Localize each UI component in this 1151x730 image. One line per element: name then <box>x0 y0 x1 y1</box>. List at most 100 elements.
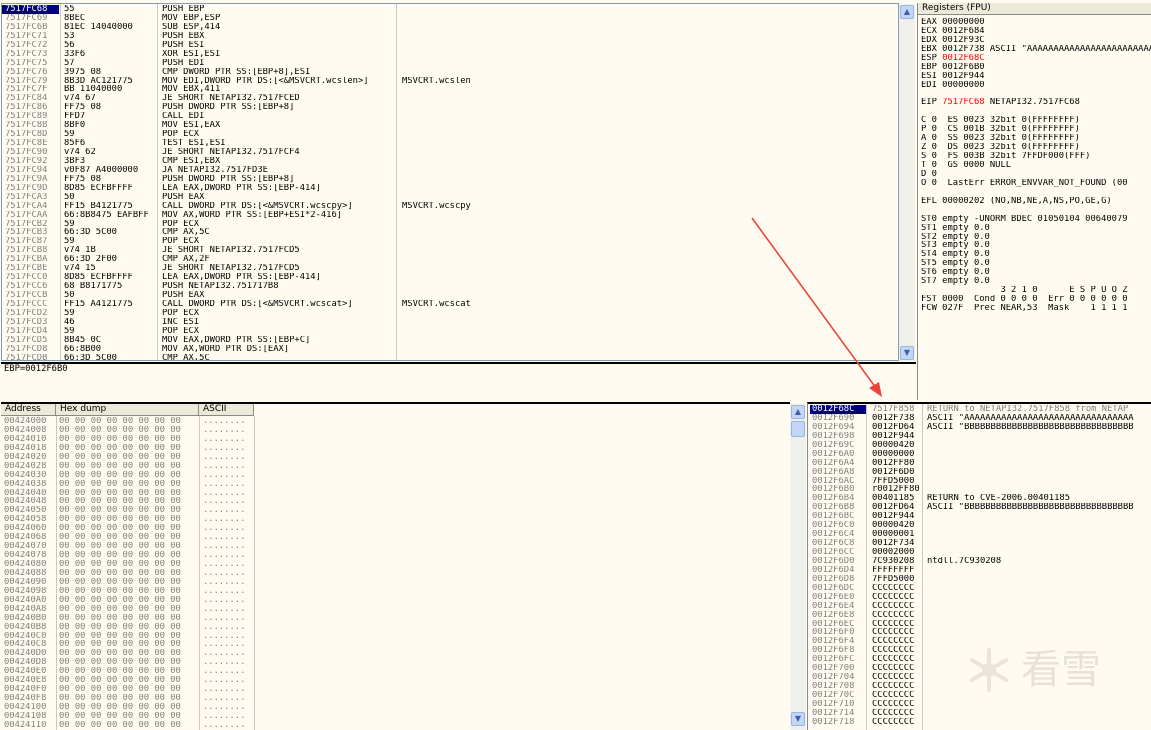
register-line[interactable]: O 0 LastErr ERROR_ENVVAR_NOT_FOUND (00 <box>921 179 1151 188</box>
disasm-row[interactable]: 7517FC8D 59 POP ECX <box>2 130 898 139</box>
disasm-row[interactable]: 7517FCB8 v74 1B JE SHORT NETAPI32.7517FCD5 <box>2 246 898 255</box>
register-line[interactable]: T 0 GS 0000 NULL <box>921 161 1151 170</box>
dump-row[interactable]: 00424030 00 00 00 00 00 00 00 00........ <box>1 471 790 480</box>
disasm-row[interactable]: 7517FC75 57 PUSH EDI <box>2 59 898 68</box>
dump-row[interactable]: 004240D8 00 00 00 00 00 00 00 00........ <box>1 658 790 667</box>
dump-row[interactable]: 00424050 00 00 00 00 00 00 00 00........ <box>1 506 790 515</box>
stack-row[interactable]: 0012F6D8 7FFD5000 <box>810 575 1151 584</box>
disasm-row[interactable]: 7517FC73 33F6 XOR ESI,ESI <box>2 50 898 59</box>
disasm-row[interactable]: 7517FC79 8B3D AC121775 MOV EDI,DWORD PTR D… <box>2 77 898 86</box>
disasm-row[interactable]: 7517FC69 8BEC MOV EBP,ESP <box>2 14 898 23</box>
dump-scrollbar[interactable]: ▲ ▼ <box>790 404 806 730</box>
dump-row[interactable]: 00424078 00 00 00 00 00 00 00 00........ <box>1 551 790 560</box>
dump-header-address[interactable]: Address <box>1 404 56 416</box>
stack-row[interactable]: 0012F6AC 7FFD5000 <box>810 477 1151 486</box>
disassembly-pane[interactable]: 7517FC68 55 PUSH EBP 7517FC69 8BEC MOV EBP,ES… <box>1 3 899 361</box>
stack-row[interactable]: 0012F718 CCCCCCCC <box>810 718 1151 727</box>
dump-row[interactable]: 00424000 00 00 00 00 00 00 00 00........ <box>1 417 790 426</box>
register-line[interactable]: S 0 FS 003B 32bit 7FFDF000(FFF) <box>921 152 1151 161</box>
disasm-row[interactable]: 7517FCD4 59 POP ECX <box>2 327 898 336</box>
dump-row[interactable]: 00424058 00 00 00 00 00 00 00 00........ <box>1 515 790 524</box>
disasm-scroll-down-icon[interactable]: ▼ <box>900 346 914 360</box>
dump-scroll-up-icon[interactable]: ▲ <box>791 405 805 419</box>
dump-header-ascii[interactable]: ASCII <box>199 404 254 416</box>
dump-scroll-thumb[interactable] <box>791 421 805 437</box>
dump-row[interactable]: 004240B0 00 00 00 00 00 00 00 00........ <box>1 614 790 623</box>
stack-row[interactable]: 0012F6B8 0012FD64 ASCII "BBBBBBBBBBBBBBBBB… <box>810 503 1151 512</box>
register-line[interactable]: EBP 0012F6B0 <box>921 63 1151 72</box>
disasm-row[interactable]: 7517FC89 FFD7 CALL EDI <box>2 112 898 121</box>
dump-row[interactable]: 00424040 00 00 00 00 00 00 00 00........ <box>1 489 790 498</box>
register-rows[interactable]: EAX 00000000 ECX 0012F684 EDX 0012F93C EBX … <box>921 18 1151 313</box>
stack-row[interactable]: 0012F6C8 0012F734 <box>810 539 1151 548</box>
disasm-row[interactable]: 7517FCA4 FF15 B4121775 CALL DWORD PTR DS:[… <box>2 202 898 211</box>
dump-row[interactable]: 00424048 00 00 00 00 00 00 00 00........ <box>1 497 790 506</box>
disasm-row[interactable]: 7517FCD5 8B45 0C MOV EAX,DWORD PTR SS:[EBP… <box>2 336 898 345</box>
stack-row[interactable]: 0012F6E4 CCCCCCCC <box>810 602 1151 611</box>
register-line[interactable]: ST7 empty 0.0 <box>921 277 1151 286</box>
dump-row[interactable]: 00424010 00 00 00 00 00 00 00 00........ <box>1 435 790 444</box>
disasm-row[interactable]: 7517FC76 3975 08 CMP DWORD PTR SS:[EBP+8],… <box>2 68 898 77</box>
dump-row[interactable]: 004240A8 00 00 00 00 00 00 00 00........ <box>1 605 790 614</box>
register-line[interactable] <box>921 107 1151 116</box>
dump-row[interactable]: 00424090 00 00 00 00 00 00 00 00........ <box>1 578 790 587</box>
stack-row[interactable]: 0012F6D0 7C930208 ntdll.7C930208 <box>810 557 1151 566</box>
disasm-row[interactable]: 7517FCB2 59 POP ECX <box>2 220 898 229</box>
register-line[interactable]: ECX 0012F684 <box>921 27 1151 36</box>
stack-row[interactable]: 0012F690 0012F738 ASCII "AAAAAAAAAAAAAAAAA… <box>810 414 1151 423</box>
disasm-row[interactable]: 7517FCB7 59 POP ECX <box>2 237 898 246</box>
dump-row[interactable]: 00424068 00 00 00 00 00 00 00 00........ <box>1 533 790 542</box>
dump-row[interactable]: 00424008 00 00 00 00 00 00 00 00........ <box>1 426 790 435</box>
register-line[interactable]: EAX 00000000 <box>921 18 1151 27</box>
register-line[interactable]: 3 2 1 0 E S P U O Z <box>921 286 1151 295</box>
stack-row[interactable]: 0012F6E8 CCCCCCCC <box>810 611 1151 620</box>
disasm-row[interactable]: 7517FCDB 66:3D 5C00 CMP AX,5C <box>2 354 898 360</box>
stack-row[interactable]: 0012F6B4 00401185 RETURN to CVE-2006.00401… <box>810 494 1151 503</box>
disasm-row[interactable]: 7517FC6B 81EC 14040000 SUB ESP,414 <box>2 23 898 32</box>
stack-row[interactable]: 0012F6C4 00000001 <box>810 530 1151 539</box>
register-line[interactable]: ST1 empty 0.0 <box>921 224 1151 233</box>
dump-row[interactable]: 00424018 00 00 00 00 00 00 00 00........ <box>1 444 790 453</box>
disasm-row[interactable]: 7517FC8B 8BF0 MOV ESI,EAX <box>2 121 898 130</box>
register-line[interactable]: C 0 ES 0023 32bit 0(FFFFFFFF) <box>921 116 1151 125</box>
disasm-row[interactable]: 7517FCBA 66:3D 2F00 CMP AX,2F <box>2 255 898 264</box>
register-line[interactable]: A 0 SS 0023 32bit 0(FFFFFFFF) <box>921 134 1151 143</box>
register-line[interactable]: ST5 empty 0.0 <box>921 259 1151 268</box>
register-line[interactable]: EDI 00000000 <box>921 81 1151 90</box>
disasm-row[interactable]: 7517FC9A FF75 08 PUSH DWORD PTR SS:[EBP+8] <box>2 175 898 184</box>
disasm-row[interactable]: 7517FC8E 85F6 TEST ESI,ESI <box>2 139 898 148</box>
dump-pane[interactable]: Address Hex dump ASCII 00424000 00 00 00 … <box>1 402 790 730</box>
disasm-row[interactable]: 7517FCCC FF15 A4121775 CALL DWORD PTR DS:[… <box>2 300 898 309</box>
registers-pane[interactable]: Registers (FPU) EAX 00000000 ECX 0012F684… <box>917 3 1151 400</box>
stack-row[interactable]: 0012F6A8 0012F6D0 <box>810 468 1151 477</box>
register-line[interactable]: FCW 027F Prec NEAR,53 Mask 1 1 1 1 <box>921 304 1151 313</box>
dump-row[interactable]: 004240F8 00 00 00 00 00 00 00 00........ <box>1 694 790 703</box>
disasm-row[interactable]: 7517FC90 v74 62 JE SHORT NETAPI32.7517FCF4 <box>2 148 898 157</box>
register-line[interactable]: ST3 empty 0.0 <box>921 241 1151 250</box>
register-line[interactable] <box>921 90 1151 99</box>
stack-row[interactable]: 0012F6EC CCCCCCCC <box>810 620 1151 629</box>
register-line[interactable]: EDX 0012F93C <box>921 36 1151 45</box>
register-line[interactable]: ESP 0012F68C <box>921 54 1151 63</box>
register-line[interactable]: D 0 <box>921 170 1151 179</box>
stack-row[interactable]: 0012F714 CCCCCCCC <box>810 709 1151 718</box>
dump-rows[interactable]: 00424000 00 00 00 00 00 00 00 00........ 0… <box>1 417 790 730</box>
dump-row[interactable]: 00424088 00 00 00 00 00 00 00 00........ <box>1 569 790 578</box>
dump-scroll-down-icon[interactable]: ▼ <box>791 712 805 726</box>
disasm-col-sep-2[interactable] <box>157 4 158 360</box>
dump-header-hex[interactable]: Hex dump <box>56 404 199 416</box>
stack-row[interactable]: 0012F6C0 00000420 <box>810 521 1151 530</box>
stack-row[interactable]: 0012F6E0 CCCCCCCC <box>810 593 1151 602</box>
dump-row[interactable]: 004240E8 00 00 00 00 00 00 00 00........ <box>1 676 790 685</box>
stack-row[interactable]: 0012F694 0012FD64 ASCII "BBBBBBBBBBBBBBBBB… <box>810 423 1151 432</box>
disasm-row[interactable]: 7517FCCB 50 PUSH EAX <box>2 291 898 300</box>
dump-row[interactable]: 00424108 00 00 00 00 00 00 00 00........ <box>1 712 790 721</box>
disasm-col-sep-1[interactable] <box>60 4 61 360</box>
dump-row[interactable]: 004240A0 00 00 00 00 00 00 00 00........ <box>1 596 790 605</box>
dump-row[interactable]: 00424110 00 00 00 00 00 00 00 00........ <box>1 721 790 730</box>
disasm-scrollbar[interactable]: ▲ ▼ <box>899 4 915 361</box>
dump-row[interactable]: 004240B8 00 00 00 00 00 00 00 00........ <box>1 623 790 632</box>
dump-row[interactable]: 004240C8 00 00 00 00 00 00 00 00........ <box>1 640 790 649</box>
disasm-row[interactable]: 7517FC72 56 PUSH ESI <box>2 41 898 50</box>
disasm-row[interactable]: 7517FC71 53 PUSH EBX <box>2 32 898 41</box>
